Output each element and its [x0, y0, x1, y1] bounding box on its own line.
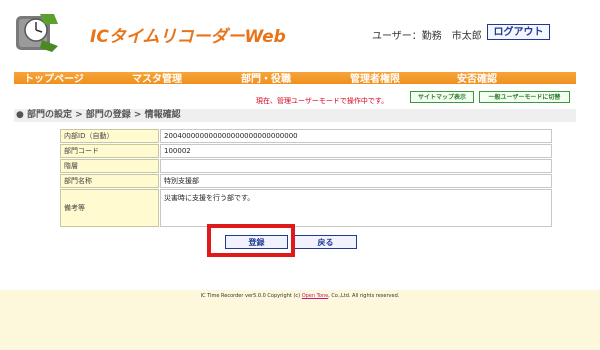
row-value: 200400000000000000000000000000	[160, 129, 552, 143]
row-value	[160, 159, 552, 173]
register-highlight-box	[207, 224, 295, 257]
row-label: 部門コード	[60, 144, 159, 158]
footer-suffix: , Co.,Ltd. All rights reserved.	[328, 293, 400, 299]
row-label: 内部ID（自動）	[60, 129, 159, 143]
breadcrumb-bar: ● 部門の設定 > 部門の登録 > 情報確認	[14, 109, 576, 122]
page-body: ICタイムリコーダーWeb ユーザー：勤務 市太郎 ログアウト トップページ マ…	[0, 0, 600, 299]
table-row: 部門名称 特別支援部	[60, 174, 552, 188]
nav-item-safety[interactable]: 安否確認	[457, 72, 497, 84]
logout-button[interactable]: ログアウト	[487, 24, 550, 40]
back-button[interactable]: 戻る	[294, 235, 357, 249]
breadcrumb: ● 部門の設定 > 部門の登録 > 情報確認	[16, 110, 181, 120]
row-label: 部門名称	[60, 174, 159, 188]
main-nav: トップページ マスタ管理 部門・役職 管理者権限 安否確認	[14, 72, 576, 84]
user-label: ユーザー：勤務 市太郎	[372, 31, 482, 42]
nav-item-top[interactable]: トップページ	[24, 72, 84, 84]
row-label: 階層	[60, 159, 159, 173]
row-value: 100002	[160, 144, 552, 158]
table-row: 部門コード 100002	[60, 144, 552, 158]
nav-item-department[interactable]: 部門・役職	[241, 72, 291, 84]
footer: IC Time Recorder ver5.0.0 Copyright (c) …	[0, 293, 600, 299]
footer-company-link[interactable]: Open Tone	[302, 293, 328, 299]
app-title: ICタイムリコーダーWeb	[90, 27, 286, 47]
table-row: 内部ID（自動） 200400000000000000000000000000	[60, 129, 552, 143]
row-value: 災害時に支援を行う部です。	[160, 189, 552, 227]
row-value: 特別支援部	[160, 174, 552, 188]
table-row: 階層	[60, 159, 552, 173]
nav-item-master[interactable]: マスタ管理	[132, 72, 182, 84]
mode-status-text: 現在、管理ユーザーモードで操作中です。	[256, 97, 389, 105]
table-row: 備考等 災害時に支援を行う部です。	[60, 189, 552, 227]
row-label: 備考等	[60, 189, 159, 227]
footer-prefix: IC Time Recorder ver5.0.0 Copyright (c)	[200, 293, 302, 299]
nav-item-admin[interactable]: 管理者権限	[350, 72, 400, 84]
sitemap-button[interactable]: サイトマップ表示	[410, 91, 474, 103]
general-mode-button[interactable]: 一般ユーザーモードに切替	[479, 91, 570, 103]
app-logo-icon	[14, 10, 60, 54]
